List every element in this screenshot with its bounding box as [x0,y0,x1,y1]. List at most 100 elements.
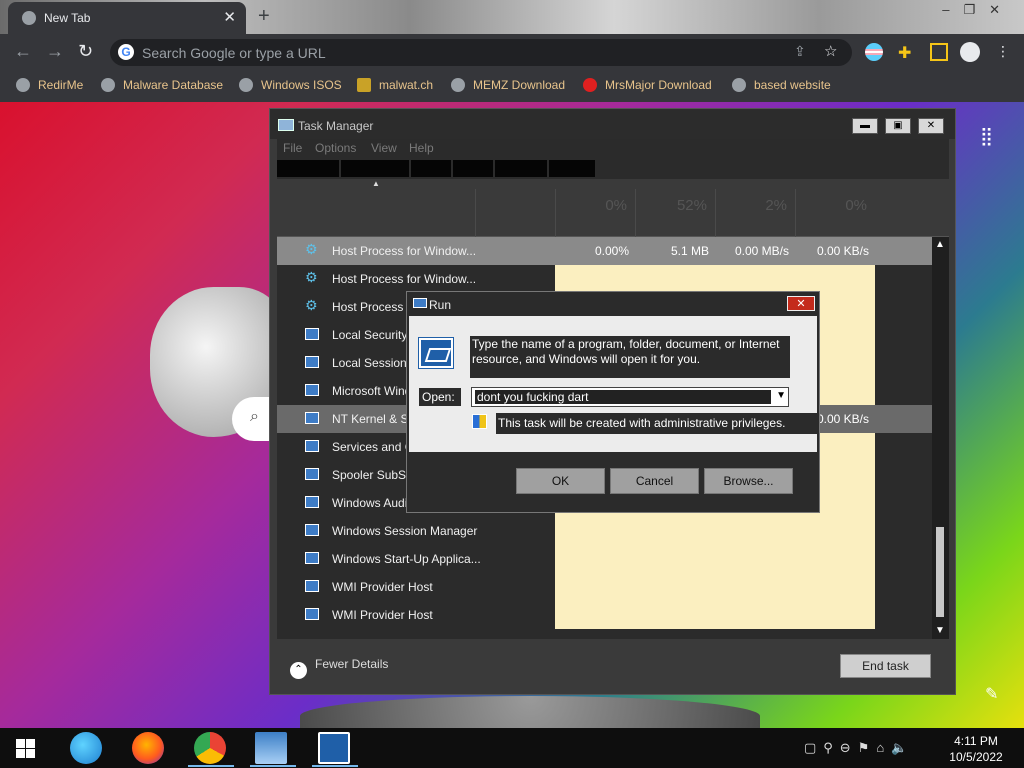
column-status[interactable] [475,189,555,237]
bookmark-malwatch[interactable]: malwat.ch [357,78,433,92]
open-combobox[interactable]: dont you fucking dart ▼ [471,387,789,407]
run-icon [413,298,427,308]
browse-button[interactable]: Browse... [704,468,793,494]
fewer-details-button[interactable]: ⌃ Fewer Details [290,657,388,679]
tab-performance[interactable] [341,160,409,177]
browser-tab[interactable]: New Tab ✕ [8,2,246,34]
gear-icon: ⚙ [305,269,318,285]
bookmark-windows-isos[interactable]: Windows ISOS [239,78,342,92]
scroll-thumb[interactable] [936,527,944,617]
active-app-indicator [188,765,234,767]
chrome-favicon-icon [22,11,36,25]
bookmark-mrsmajor-download[interactable]: MrsMajor Download [583,78,712,92]
browser-toolbar: ← → ↻ G Search Google or type a URL ⇪ ☆ … [0,34,1024,70]
menu-options[interactable]: Options [315,141,356,155]
cancel-button[interactable]: Cancel [610,468,699,494]
usage-heat-cell [555,517,875,545]
tab-startup[interactable] [453,160,493,177]
process-row[interactable]: ⚙ Host Process for Window... [277,265,932,293]
process-disk: 0.00 MB/s [734,244,789,258]
bookmark-label: RedirMe [38,78,84,92]
tab-details[interactable] [549,160,595,177]
bookmark-redirme[interactable]: RedirMe [16,78,83,92]
bookmark-memz-download[interactable]: MEMZ Download [451,78,565,92]
window-icon [305,496,319,508]
close-button[interactable]: ✕ [918,118,944,134]
process-row[interactable]: WMI Provider Host [277,601,932,629]
maximize-button[interactable]: ▣ [885,118,911,134]
google-icon: G [118,44,134,60]
bookmark-label: MEMZ Download [473,78,566,92]
tab-users[interactable] [495,160,547,177]
bookmark-label: Malware Database [123,78,224,92]
forward-arrow-icon[interactable]: → [46,41,64,62]
firefox-icon[interactable] [132,732,164,764]
system-tray[interactable]: ▢⚲⊖⚑⌂🔈 [804,740,914,756]
column-disk[interactable]: 2% [715,189,795,237]
scroll-up-icon[interactable]: ▲ [935,239,945,250]
start-button[interactable] [16,739,36,759]
heart-icon [583,78,597,92]
column-memory[interactable]: 52% [635,189,715,237]
open-input-value[interactable]: dont you fucking dart [475,390,771,404]
gear-icon: ⚙ [305,241,318,257]
column-cpu[interactable]: 0% [555,189,635,237]
profile-avatar-icon[interactable] [960,42,980,62]
end-task-button[interactable]: End task [840,654,931,678]
chevron-up-icon: ⌃ [290,662,307,679]
menu-kebab-icon[interactable]: ⋮ [996,43,1014,61]
window-icon [305,328,319,340]
process-row[interactable]: Windows Session Manager [277,517,932,545]
task-manager-taskbar-icon[interactable] [255,732,287,764]
globe-icon [101,78,115,92]
apps-grid-icon[interactable]: ⣿ [980,126,993,147]
process-row[interactable]: ⚙ Host Process for Window... 0.00% 5.1 MB 0.… [277,237,932,265]
menu-help[interactable]: Help [409,141,434,155]
process-name: Host Process fo [332,300,417,314]
fewer-details-label: Fewer Details [315,657,389,671]
side-panel-icon[interactable] [930,43,948,61]
process-list-scrollbar[interactable]: ▲ ▼ [932,237,949,639]
profile-flag-icon[interactable] [865,43,883,61]
taskbar-clock[interactable]: 4:11 PM 10/5/2022 [946,733,1006,765]
process-name: WMI Provider Host [332,608,433,622]
bookmark-malware-database[interactable]: Malware Database [101,78,223,92]
task-manager-title: Task Manager [298,119,374,133]
window-icon [305,552,319,564]
task-manager-titlebar[interactable]: Task Manager ▬ ▣ ✕ [270,109,955,139]
tab-app-history[interactable] [411,160,451,177]
close-tab-icon[interactable]: ✕ [223,8,236,26]
process-row[interactable]: Windows Start-Up Applica... [277,545,932,573]
background-statue [300,696,760,728]
menu-file[interactable]: File [283,141,302,155]
window-controls[interactable]: –❐✕ [942,2,1014,18]
gear-icon: ⚙ [305,297,318,313]
tab-processes[interactable] [277,160,339,177]
clock-date: 10/5/2022 [949,750,1003,764]
extensions-puzzle-icon[interactable]: ✚ [898,43,916,62]
process-network: 0.00 KB/s [816,244,869,258]
column-network[interactable]: 0% [795,189,875,237]
customize-pencil-icon[interactable]: ✎ [985,684,998,704]
new-tab-button[interactable]: + [258,5,270,28]
run-dialog: Run ✕ Type the name of a program, folder… [406,291,820,513]
task-manager-tabs [277,158,949,179]
bookmark-star-icon[interactable]: ☆ [824,42,837,60]
run-taskbar-icon[interactable] [318,732,350,764]
address-bar[interactable]: G Search Google or type a URL ⇪ ☆ [110,39,852,66]
internet-explorer-icon[interactable] [70,732,102,764]
bookmark-based-website[interactable]: based website [732,78,831,92]
process-list-header: 0% 52% 2% 0% [277,189,949,237]
run-titlebar[interactable]: Run ✕ [407,292,819,316]
reload-icon[interactable]: ↻ [78,41,93,62]
minimize-button[interactable]: ▬ [852,118,878,134]
chrome-icon[interactable] [194,732,226,764]
menu-view[interactable]: View [371,141,397,155]
chevron-down-icon[interactable]: ▼ [776,390,786,401]
process-row[interactable]: WMI Provider Host [277,573,932,601]
share-icon[interactable]: ⇪ [794,43,806,60]
back-arrow-icon[interactable]: ← [14,41,32,62]
scroll-down-icon[interactable]: ▼ [935,625,945,636]
run-close-button[interactable]: ✕ [787,296,815,311]
ok-button[interactable]: OK [516,468,605,494]
